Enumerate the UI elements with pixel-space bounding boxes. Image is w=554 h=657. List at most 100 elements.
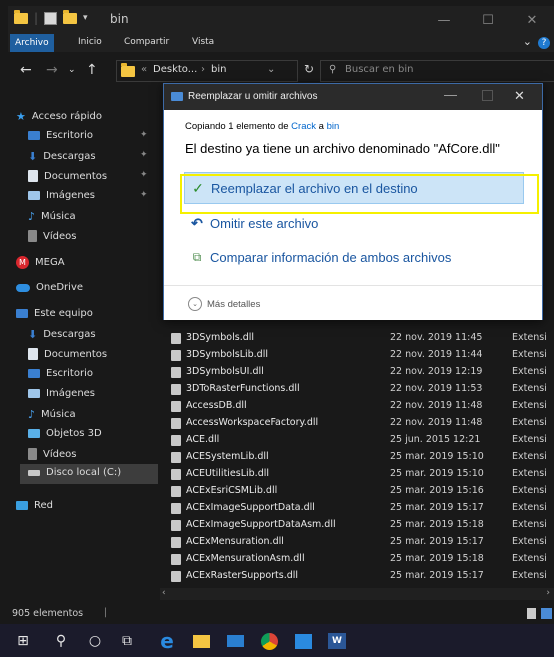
table-row[interactable]: 3DSymbolsLib.dll 22 nov. 2019 11:44 Extens…: [160, 347, 554, 363]
address-dropdown-icon[interactable]: ⌄: [267, 64, 275, 75]
windows-start-icon[interactable]: ⊞: [12, 630, 34, 652]
tab-compartir[interactable]: Compartir: [124, 37, 169, 47]
minimize-button[interactable]: —: [422, 6, 466, 34]
store-icon[interactable]: [292, 630, 314, 652]
chrome-icon[interactable]: [258, 630, 280, 652]
large-icons-view-icon[interactable]: [541, 608, 552, 619]
sidebar-item-pc-imagenes[interactable]: Imágenes: [28, 388, 95, 399]
sidebar-item-red[interactable]: Red: [16, 500, 53, 511]
file-type: Extensi: [512, 451, 547, 462]
sidebar-item-mega[interactable]: M MEGA: [16, 256, 65, 269]
file-type: Extensi: [512, 519, 547, 530]
sidebar-item-pc-videos[interactable]: Vídeos: [28, 448, 76, 460]
copy-mid: a: [318, 121, 324, 132]
file-name: 3DSymbolsLib.dll: [186, 349, 268, 360]
maximize-button[interactable]: ☐: [466, 6, 510, 34]
sidebar-item-onedrive[interactable]: OneDrive: [16, 282, 83, 293]
table-row[interactable]: AccessWorkspaceFactory.dll 22 nov. 2019 1…: [160, 415, 554, 431]
table-row[interactable]: ACExEsriCSMLib.dll 25 mar. 2019 15:16 Exte…: [160, 483, 554, 499]
cortana-icon[interactable]: ○: [84, 630, 106, 652]
sidebar-item-pc-objetos-3d[interactable]: Objetos 3D: [28, 428, 102, 439]
horizontal-scrollbar[interactable]: ‹ ›: [160, 588, 554, 600]
search-icon[interactable]: ⚲: [50, 630, 72, 652]
sidebar-item-this-pc[interactable]: Este equipo: [16, 308, 93, 319]
address-bar[interactable]: « Deskto... › bin ⌄: [116, 60, 298, 82]
file-type: Extensi: [512, 502, 547, 513]
dll-file-icon: [171, 384, 181, 395]
table-row[interactable]: ACExImageSupportData.dll 25 mar. 2019 15:…: [160, 500, 554, 516]
sidebar-item-pc-documentos[interactable]: Documentos: [28, 348, 107, 360]
sidebar-item-label: Este equipo: [34, 308, 93, 319]
sidebar-item-descargas[interactable]: ⬇ Descargas: [28, 150, 96, 163]
sidebar-item-pc-disco-local[interactable]: Disco local (C:): [20, 464, 158, 484]
table-row[interactable]: ACExMensuration.dll 25 mar. 2019 15:17 Ext…: [160, 534, 554, 550]
table-row[interactable]: ACExMensurationAsm.dll 25 mar. 2019 15:18…: [160, 551, 554, 567]
expand-ribbon-icon[interactable]: ⌄: [523, 35, 532, 48]
file-explorer-icon[interactable]: [190, 630, 212, 652]
search-icon: ⚲: [329, 64, 337, 75]
dialog-close-button[interactable]: ✕: [514, 88, 525, 104]
ribbon-tabs: Archivo Inicio Compartir Vista ⌄ ?: [8, 34, 554, 52]
tab-inicio[interactable]: Inicio: [78, 37, 102, 47]
up-arrow-icon[interactable]: ↑: [86, 62, 98, 78]
file-date: 22 nov. 2019 11:48: [390, 400, 483, 411]
customize-quick-access-icon[interactable]: ▾: [83, 13, 88, 23]
close-button[interactable]: ✕: [510, 6, 554, 34]
breadcrumb-bin[interactable]: bin: [211, 64, 226, 75]
sidebar-item-pc-descargas[interactable]: ⬇ Descargas: [28, 328, 96, 341]
search-box[interactable]: ⚲ Buscar en bin: [320, 60, 554, 82]
mail-icon[interactable]: [224, 630, 246, 652]
forward-arrow-icon[interactable]: →: [46, 62, 58, 78]
table-row[interactable]: ACEUtilitiesLib.dll 25 mar. 2019 15:10 Ext…: [160, 466, 554, 482]
table-row[interactable]: ACExImageSupportDataAsm.dll 25 mar. 2019 …: [160, 517, 554, 533]
table-row[interactable]: 3DToRasterFunctions.dll 22 nov. 2019 11:5…: [160, 381, 554, 397]
file-name: ACESystemLib.dll: [186, 451, 269, 462]
sidebar-item-escritorio[interactable]: Escritorio: [28, 130, 93, 141]
desktop-icon: [28, 131, 40, 140]
breadcrumb-desktop[interactable]: Deskto...: [153, 64, 197, 75]
task-view-icon[interactable]: ⧉: [116, 630, 138, 652]
refresh-icon[interactable]: ↻: [304, 62, 314, 76]
documents-icon: [28, 348, 38, 360]
sidebar-item-documentos[interactable]: Documentos: [28, 170, 107, 182]
table-row[interactable]: AccessDB.dll 22 nov. 2019 11:48 Extensi: [160, 398, 554, 414]
scroll-left-icon[interactable]: ‹: [162, 588, 166, 598]
word-icon[interactable]: W: [326, 630, 348, 652]
table-row[interactable]: ACExRasterSupports.dll 25 mar. 2019 15:17…: [160, 568, 554, 584]
table-row[interactable]: 3DSymbols.dll 22 nov. 2019 11:45 Extensi: [160, 330, 554, 346]
dll-file-icon: [171, 350, 181, 361]
more-details-button[interactable]: ⌄ Más detalles: [188, 297, 260, 311]
new-folder-icon[interactable]: [63, 9, 78, 24]
mega-icon: M: [16, 256, 29, 269]
dialog-footer: ⌄ Más detalles: [164, 285, 542, 320]
sidebar-item-pc-escritorio[interactable]: Escritorio: [28, 368, 93, 379]
compare-option-button[interactable]: ⧉ Comparar información de ambos archivos: [184, 242, 522, 272]
destination-folder-link[interactable]: bin: [327, 121, 340, 132]
tab-archivo[interactable]: Archivo: [10, 34, 54, 52]
address-overflow[interactable]: «: [141, 64, 147, 75]
dialog-minimize-button[interactable]: —: [444, 87, 457, 102]
sidebar-item-musica[interactable]: ♪ Música: [28, 210, 76, 223]
music-icon: ♪: [28, 210, 36, 223]
sidebar-item-pc-musica[interactable]: ♪ Música: [28, 408, 76, 421]
recent-locations-icon[interactable]: ⌄: [68, 65, 76, 75]
sidebar-item-videos[interactable]: Vídeos: [28, 230, 76, 242]
source-folder-link[interactable]: Crack: [291, 121, 316, 132]
edge-icon[interactable]: e: [156, 629, 178, 653]
documents-icon: [28, 170, 38, 182]
dll-file-icon: [171, 486, 181, 497]
scroll-right-icon[interactable]: ›: [546, 588, 550, 598]
details-view-icon[interactable]: [527, 608, 536, 619]
back-arrow-icon[interactable]: ←: [20, 62, 32, 78]
properties-icon[interactable]: [44, 11, 58, 25]
sidebar-item-quick-access[interactable]: ★ Acceso rápido: [16, 110, 102, 123]
table-row[interactable]: ACESystemLib.dll 25 mar. 2019 15:10 Extens…: [160, 449, 554, 465]
sidebar-item-label: MEGA: [35, 257, 65, 268]
table-row[interactable]: ACE.dll 25 jun. 2015 12:21 Extensi: [160, 432, 554, 448]
table-row[interactable]: 3DSymbolsUI.dll 22 nov. 2019 12:19 Extensi: [160, 364, 554, 380]
sidebar-item-imagenes[interactable]: Imágenes: [28, 190, 95, 201]
help-icon[interactable]: ?: [538, 37, 550, 49]
file-type: Extensi: [512, 400, 547, 411]
tab-vista[interactable]: Vista: [192, 37, 214, 47]
compare-option-label: Comparar información de ambos archivos: [210, 249, 452, 265]
